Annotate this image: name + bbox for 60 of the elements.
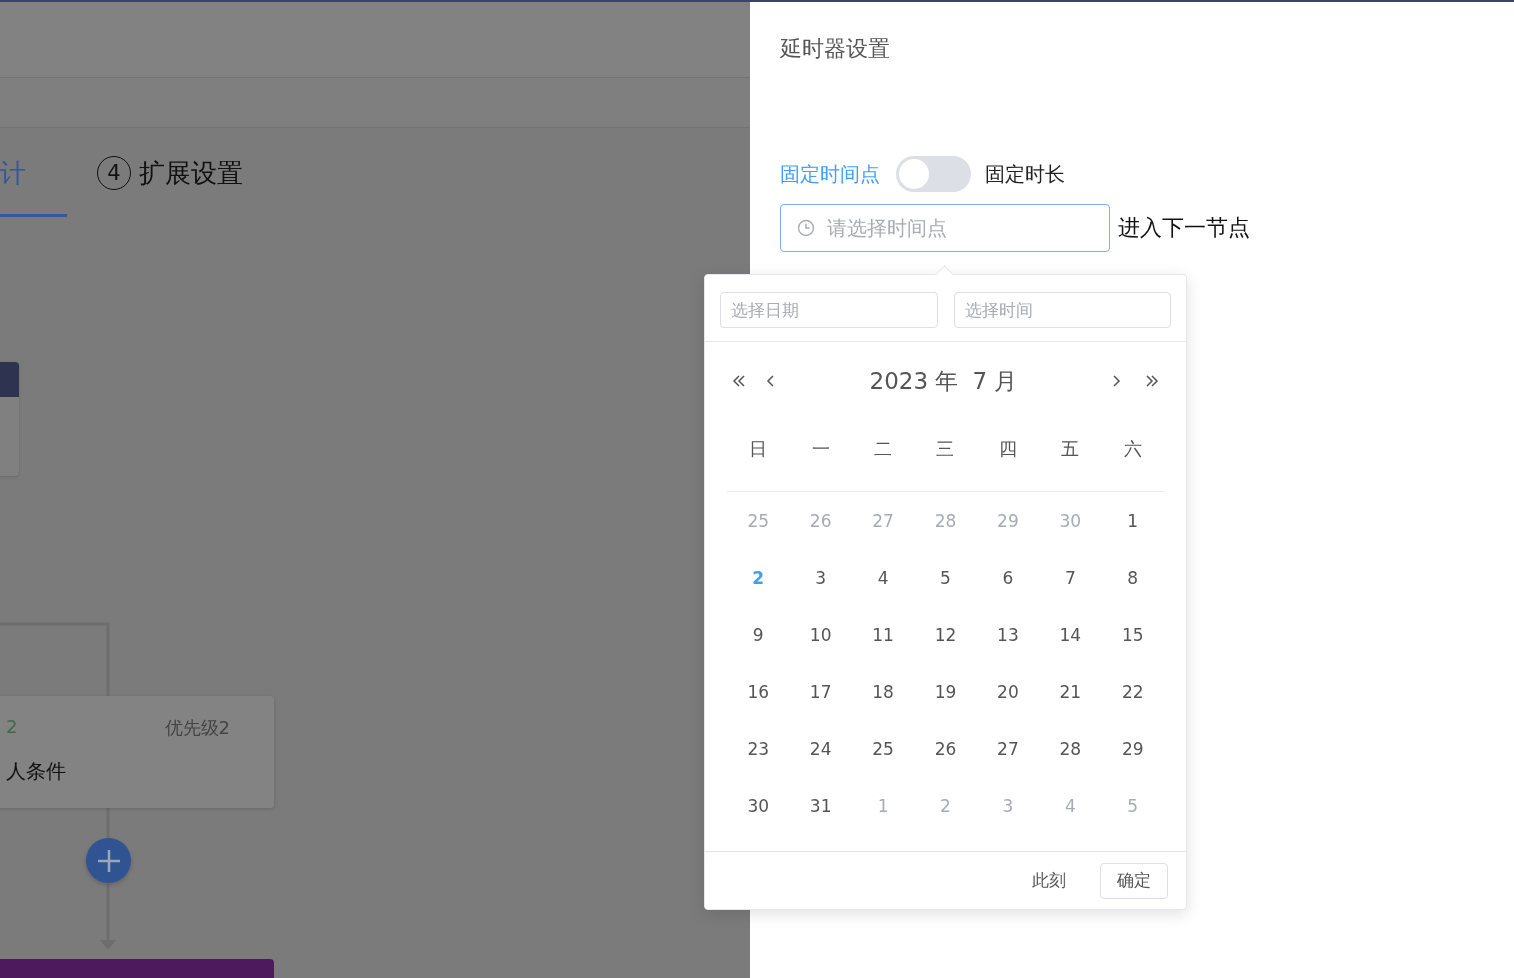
day-cell[interactable]: 13 bbox=[976, 606, 1040, 663]
mode-switch[interactable] bbox=[896, 156, 971, 192]
day-cell[interactable]: 28 bbox=[1039, 720, 1102, 777]
day-cell[interactable]: 15 bbox=[1101, 606, 1164, 663]
drawer-title: 延时器设置 bbox=[780, 35, 891, 63]
day-cell[interactable]: 31 bbox=[789, 777, 852, 834]
day-cell[interactable]: 24 bbox=[789, 720, 852, 777]
day-cell[interactable]: 6 bbox=[976, 549, 1040, 606]
day-cell[interactable]: 14 bbox=[1039, 606, 1102, 663]
weekday-label: 四 bbox=[997, 437, 1018, 461]
day-cell[interactable]: 5 bbox=[914, 549, 977, 606]
weekday-label: 六 bbox=[1122, 437, 1143, 461]
weekday-label: 二 bbox=[873, 437, 894, 461]
weekday-label: 一 bbox=[810, 437, 831, 461]
day-cell[interactable]: 22 bbox=[1101, 663, 1164, 720]
condition-text: 人条件 bbox=[6, 758, 67, 785]
day-cell[interactable]: 12 bbox=[914, 606, 977, 663]
day-cell[interactable]: 20 bbox=[976, 663, 1040, 720]
year-label[interactable]: 2023 年 bbox=[869, 365, 959, 397]
day-cell[interactable]: 16 bbox=[727, 663, 790, 720]
double-chevron-left-icon bbox=[731, 373, 747, 389]
plus-icon bbox=[96, 848, 121, 873]
switch-label: 固定时间点 bbox=[780, 160, 880, 188]
day-cell[interactable]: 29 bbox=[1101, 720, 1164, 777]
day-cell[interactable]: 9 bbox=[727, 606, 790, 663]
month-label[interactable]: 7 月 bbox=[972, 365, 1018, 397]
day-cell[interactable]: 25 bbox=[851, 720, 915, 777]
switch-label: 固定时长 bbox=[985, 160, 1065, 188]
day-cell[interactable]: 17 bbox=[789, 663, 852, 720]
day-cell[interactable]: 26 bbox=[914, 720, 977, 777]
day-cell[interactable]: 3 bbox=[789, 549, 852, 606]
day-cell[interactable]: 23 bbox=[727, 720, 790, 777]
day-cell[interactable]: 27 bbox=[976, 720, 1040, 777]
weekday-label: 三 bbox=[935, 437, 956, 461]
step-tab[interactable]: 4 扩展设置 bbox=[97, 128, 243, 217]
clock-icon bbox=[797, 219, 815, 237]
weekday-label: 五 bbox=[1060, 437, 1081, 461]
time-input[interactable]: 请选择时间点 bbox=[825, 215, 1093, 241]
weekday-label: 日 bbox=[748, 437, 769, 461]
date-field[interactable]: 选择日期 bbox=[720, 292, 938, 328]
time-input-field[interactable]: 选择时间 bbox=[953, 292, 1171, 328]
day-cell[interactable]: 1 bbox=[1101, 492, 1164, 549]
day-cell[interactable]: 19 bbox=[914, 663, 977, 720]
day-cell[interactable]: 10 bbox=[789, 606, 852, 663]
day-cell[interactable]: 18 bbox=[851, 663, 915, 720]
confirm-button[interactable]: 确定 bbox=[1100, 862, 1168, 899]
day-cell[interactable]: 7 bbox=[1039, 549, 1102, 606]
day-cell[interactable]: 4 bbox=[851, 549, 915, 606]
double-chevron-right-icon bbox=[1144, 373, 1160, 389]
time-field[interactable]: 请选择时间点 bbox=[780, 204, 1110, 252]
condition-name: 2 bbox=[6, 716, 19, 739]
day-cell[interactable]: 21 bbox=[1039, 663, 1102, 720]
day-cell[interactable]: 11 bbox=[851, 606, 915, 663]
arrow bbox=[100, 884, 116, 950]
now-link[interactable]: 此刻 bbox=[1032, 869, 1066, 892]
day-cell[interactable]: 8 bbox=[1101, 549, 1164, 606]
next-node-text: 进入下一节点 bbox=[1118, 214, 1250, 242]
add-node-button[interactable] bbox=[86, 838, 131, 883]
day-cell[interactable]: 30 bbox=[727, 777, 790, 834]
priority-label: 优先级2 bbox=[164, 716, 230, 740]
